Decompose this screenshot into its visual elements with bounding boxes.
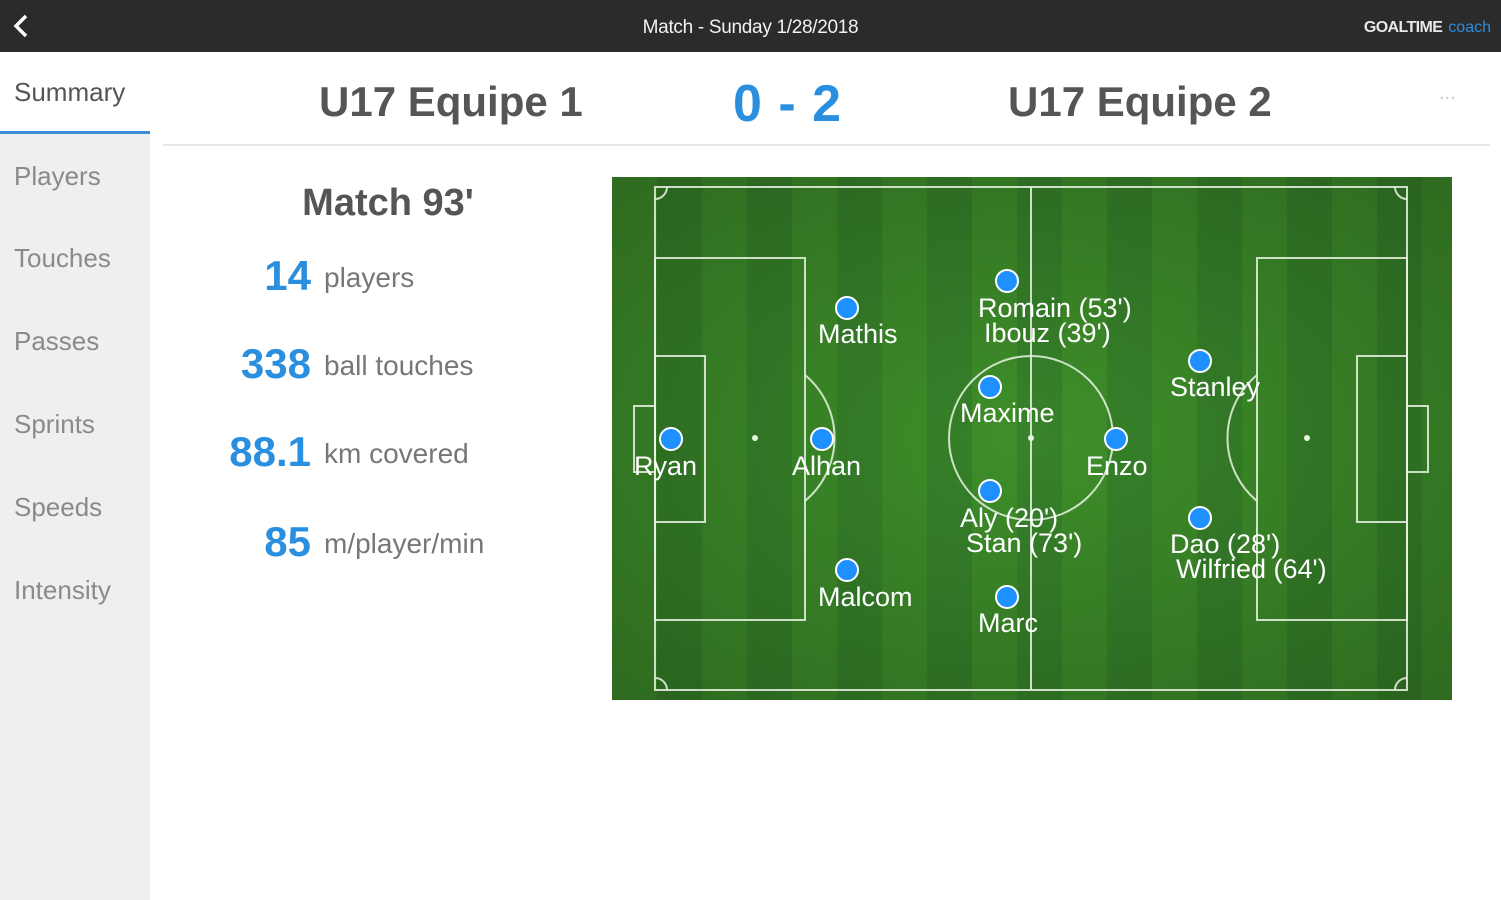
window-title: Match - Sunday 1/28/2018 <box>642 17 859 38</box>
player-name: Alhan <box>792 451 861 481</box>
stat-km-covered: 88.1 km covered <box>163 426 603 476</box>
player-dot[interactable] <box>835 558 859 582</box>
substitute-name: Ibouz (39') <box>984 318 1111 348</box>
stat-value: 338 <box>240 340 311 387</box>
match-score: 0 - 2 <box>733 75 843 133</box>
substitute-name: Wilfried (64') <box>1176 554 1327 584</box>
sidebar-item-touches[interactable]: Touches <box>0 218 150 300</box>
stat-ball-touches: 338 ball touches <box>163 338 603 388</box>
match-stats-panel: Match 93' 14 players 338 ball touches 88… <box>163 146 603 646</box>
sidebar-item-sprints[interactable]: Sprints <box>0 384 150 466</box>
player-dot[interactable] <box>810 427 834 451</box>
sidebar-item-players[interactable]: Players <box>0 136 150 218</box>
sidebar-item-label: Summary <box>14 77 126 107</box>
player-dot[interactable] <box>995 585 1019 609</box>
away-team-name: U17 Equipe 2 <box>1008 78 1272 125</box>
home-team-name: U17 Equipe 1 <box>319 78 583 125</box>
sidebar-nav: Summary Players Touches Passes Sprints S… <box>0 52 150 900</box>
stat-meters-per-player: 85 m/player/min <box>163 516 603 566</box>
stat-value: 88.1 <box>229 428 311 475</box>
pitch-drawing: Ryan AlhanMathisMalcomRomain (53')Ibouz (… <box>612 177 1452 700</box>
player-name: Stanley <box>1170 372 1261 402</box>
match-duration: Match 93' <box>302 182 474 224</box>
player-name: Enzo <box>1086 451 1148 481</box>
brand-main: GOALTIME <box>1363 19 1443 36</box>
formation-pitch: Ryan Alhan Mathis Malcom Romain (53') Ibouz (… <box>612 177 1452 700</box>
player-dot[interactable] <box>978 479 1002 503</box>
player-dot[interactable] <box>1104 427 1128 451</box>
player-name: Marc <box>978 608 1038 638</box>
stat-label: m/player/min <box>324 528 485 559</box>
sidebar-item-label: Touches <box>14 243 111 273</box>
sidebar-item-label: Intensity <box>14 575 111 605</box>
player-dot[interactable] <box>978 375 1002 399</box>
stat-label: km covered <box>324 438 469 469</box>
sidebar-item-summary[interactable]: Summary <box>0 52 150 134</box>
brand-sub: coach <box>1448 19 1491 36</box>
player-dot[interactable] <box>659 427 683 451</box>
stat-label: ball touches <box>324 350 474 381</box>
player-dot[interactable] <box>1188 506 1212 530</box>
sidebar-item-label: Players <box>14 161 101 191</box>
brand-logo: GOALTIME coach <box>1364 19 1491 37</box>
player-name: Ryan <box>634 451 697 481</box>
sidebar-item-passes[interactable]: Passes <box>0 301 150 383</box>
player-dot[interactable] <box>835 296 859 320</box>
player-dot[interactable] <box>995 269 1019 293</box>
title-bar: Match - Sunday 1/28/2018 GOALTIME coach <box>0 0 1501 52</box>
sidebar-item-label: Passes <box>14 326 100 356</box>
stat-label: players <box>324 262 415 293</box>
stat-players: 14 players <box>163 250 603 300</box>
more-options-button[interactable]: ... <box>1439 82 1456 105</box>
player-dot[interactable] <box>1188 349 1212 373</box>
substitute-name: Stan (73') <box>966 528 1082 558</box>
sidebar-item-label: Sprints <box>14 409 95 439</box>
match-header: U17 Equipe 1 0 - 2 U17 Equipe 2 ... <box>163 52 1490 146</box>
player-name: Mathis <box>818 319 898 349</box>
stat-value: 85 <box>264 518 311 565</box>
sidebar-item-intensity[interactable]: Intensity <box>0 550 150 632</box>
player-name: Maxime <box>960 398 1055 428</box>
sidebar-item-label: Speeds <box>14 492 103 522</box>
sidebar-item-speeds[interactable]: Speeds <box>0 467 150 549</box>
player-name: Malcom <box>818 582 913 612</box>
stat-value: 14 <box>264 252 311 299</box>
